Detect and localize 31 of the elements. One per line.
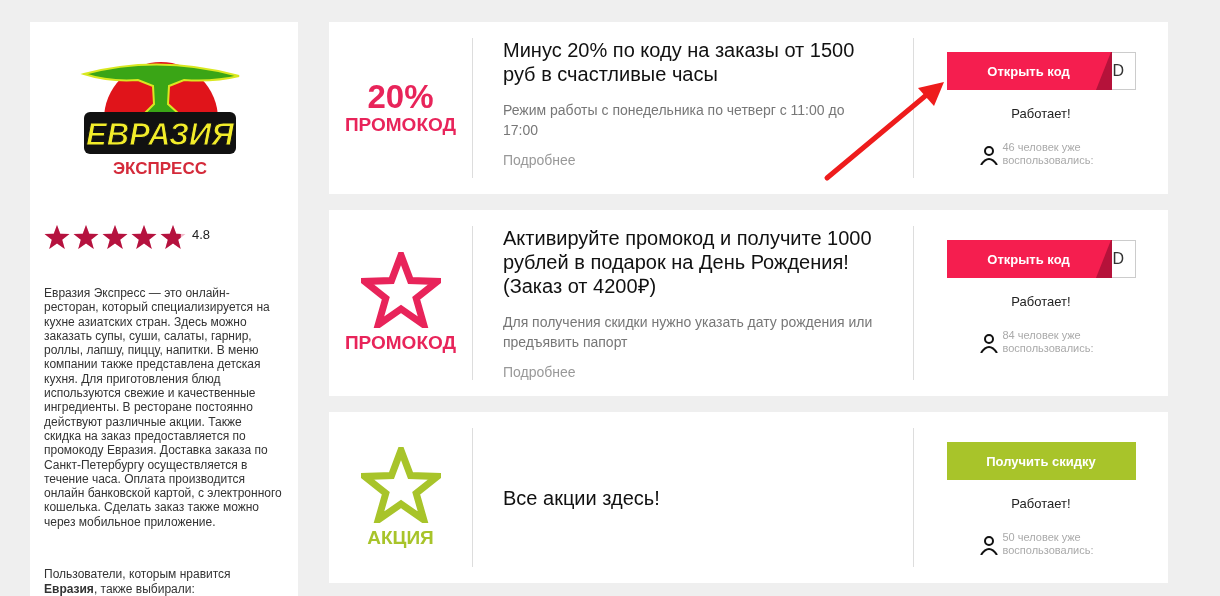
usage-count: 84 человек уже воспользовались: xyxy=(1002,329,1095,355)
offer-type-label: ПРОМОКОД xyxy=(344,332,457,354)
status-text: Работает! xyxy=(1011,106,1071,121)
person-icon xyxy=(979,535,998,555)
offer-note: Режим работы с понедельника по четверг с 11:00 до 17:00 xyxy=(503,101,846,140)
offer-type-label: ПРОМОКОД xyxy=(344,114,457,136)
offer-title: Активируйте промокод и получите 1000 рублей в подарок на День Рождения! (Заказ от 4200₽) xyxy=(503,226,873,298)
status-text: Работает! xyxy=(1011,294,1071,309)
related-caption: Пользователи, которым нравится Евразия, также выбирали: xyxy=(44,567,232,596)
restaurant-logo: ЕВРАЗИЯ ЭКСПРЕСС xyxy=(64,34,254,184)
person-icon xyxy=(979,145,998,165)
details-link[interactable]: Подробнее xyxy=(503,364,883,380)
rating-value: 4.8 xyxy=(192,226,211,242)
get-discount-button[interactable]: Получить скидку xyxy=(946,442,1136,480)
offer-title: Минус 20% по коду на заказы от 1500 руб в счастливые часы xyxy=(503,38,856,86)
offer-note: Для получения скидки нужно указать дату рождения или предъявить папорт xyxy=(503,313,874,352)
usage-count: 50 человек уже воспользовались: xyxy=(1002,531,1095,557)
fold-icon xyxy=(1095,52,1112,90)
details-link[interactable]: Подробнее xyxy=(503,152,883,168)
fold-icon xyxy=(1095,240,1112,278)
person-icon xyxy=(979,333,998,353)
offer-title: Все акции здесь! xyxy=(503,485,661,510)
open-code-button[interactable]: Открыть код xyxy=(946,240,1111,278)
usage-count: 46 человек уже воспользовались: xyxy=(1002,141,1095,167)
open-code-button[interactable]: Открыть код xyxy=(946,52,1111,90)
discount-text: 20% xyxy=(367,80,434,114)
code-preview: D xyxy=(1112,250,1125,268)
restaurant-description: Евразия Экспресс — это онлайн-ресторан, который специализируется на кухне азиатских стран. Здесь можно заказать супы, суши, салаты, гарнир, роллы, лапшу, пиццу, напитки. В меню компании также представлена детская кухня. Для приготовления блюд используются свежие и качественные ингредиенты. В ресторане постоянно действуют различные акции. Также скидка на заказ предоставляется по промокоду Евразия. Доставка заказа по Санкт-Петербургу осуществляется в течение часа. Оплата производится онлайн банковской картой, с электронного кошелька. Сделать заказ также можно через мобильное приложение. xyxy=(44,286,282,530)
status-text: Работает! xyxy=(1011,496,1071,511)
offer-type-label: АКЦИЯ xyxy=(367,526,434,549)
code-preview: D xyxy=(1112,62,1125,80)
